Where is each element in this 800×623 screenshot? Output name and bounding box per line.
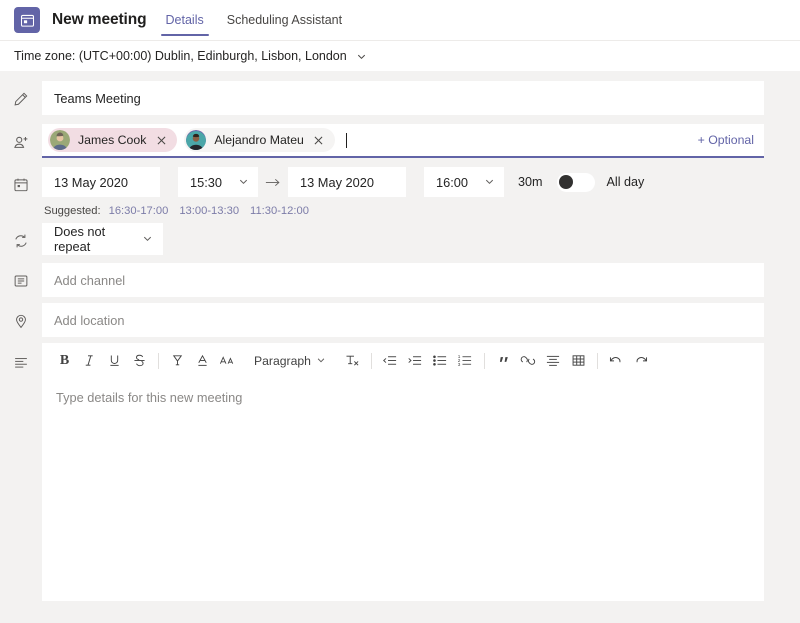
all-day-toggle[interactable] — [557, 173, 595, 192]
toolbar-separator — [371, 353, 372, 369]
title-row: Teams Meeting — [0, 81, 800, 115]
link-icon[interactable] — [516, 348, 541, 374]
tab-details[interactable]: Details — [161, 0, 209, 40]
suggested-times: Suggested: 16:30-17:00 13:00-13:30 11:30… — [42, 197, 764, 217]
repeat-field-area: Does not repeat — [42, 223, 800, 255]
schedule-row: 13 May 2020 15:30 13 May 2 — [0, 167, 800, 217]
undo-icon[interactable] — [604, 348, 629, 374]
location-pin-icon — [0, 303, 42, 329]
suggested-time-option[interactable]: 16:30-17:00 — [109, 205, 169, 217]
tab-list: Details Scheduling Assistant — [161, 0, 348, 40]
attendees-field-area: James Cook — [42, 124, 800, 158]
paragraph-label: Paragraph — [254, 354, 311, 368]
window-header: New meeting Details Scheduling Assistant — [0, 0, 800, 40]
underline-button[interactable] — [102, 348, 127, 374]
chevron-down-icon — [316, 354, 326, 368]
datetime-controls: 13 May 2020 15:30 13 May 2 — [42, 167, 764, 197]
location-input[interactable]: Add location — [42, 303, 764, 337]
end-date-input[interactable]: 13 May 2020 — [288, 167, 406, 197]
chevron-down-icon[interactable] — [356, 51, 367, 62]
increase-indent-icon[interactable] — [403, 348, 428, 374]
start-date-input[interactable]: 13 May 2020 — [42, 167, 160, 197]
details-lines-icon — [0, 343, 42, 371]
strikethrough-button[interactable] — [127, 348, 152, 374]
channel-row: Add channel — [0, 263, 800, 297]
align-icon[interactable] — [541, 348, 566, 374]
end-time-select[interactable]: 16:00 — [424, 167, 504, 197]
paragraph-style-select[interactable]: Paragraph — [248, 348, 332, 374]
arrow-right-icon — [258, 177, 288, 188]
title-input[interactable]: Teams Meeting — [42, 81, 764, 115]
page-title: New meeting — [52, 11, 147, 29]
attendees-row: James Cook — [0, 124, 800, 158]
title-field-area: Teams Meeting — [42, 81, 800, 115]
channel-icon — [0, 263, 42, 289]
calendar-icon — [0, 167, 42, 193]
bold-button[interactable]: B — [52, 348, 77, 374]
highlighter-icon[interactable] — [165, 348, 190, 374]
chevron-down-icon — [484, 175, 495, 190]
repeat-select[interactable]: Does not repeat — [42, 223, 163, 255]
italic-button[interactable] — [77, 348, 102, 374]
avatar — [186, 130, 206, 150]
attendee-chip[interactable]: Alejandro Mateu — [184, 128, 335, 152]
attendees-input[interactable]: James Cook — [42, 124, 764, 158]
toggle-knob — [559, 175, 573, 189]
calendar-meeting-icon — [14, 7, 40, 33]
end-time-value: 16:00 — [436, 175, 468, 190]
details-editor: B — [42, 343, 764, 601]
redo-icon[interactable] — [629, 348, 654, 374]
attendee-name: Alejandro Mateu — [214, 133, 304, 147]
add-person-icon — [0, 124, 42, 151]
repeat-value: Does not repeat — [54, 224, 142, 254]
channel-input[interactable]: Add channel — [42, 263, 764, 297]
details-text-area[interactable]: Type details for this new meeting — [42, 378, 764, 593]
location-field-area: Add location — [42, 303, 800, 337]
details-row: B — [0, 343, 800, 601]
suggested-time-option[interactable]: 13:00-13:30 — [179, 205, 239, 217]
editor-toolbar: B — [42, 343, 764, 378]
close-icon[interactable] — [311, 132, 327, 148]
attendee-name: James Cook — [78, 133, 146, 147]
meeting-form: Teams Meeting — [0, 71, 800, 601]
pencil-icon — [0, 81, 42, 107]
text-caret — [346, 133, 347, 148]
bulleted-list-icon[interactable] — [428, 348, 453, 374]
add-optional-button[interactable]: + Optional — [698, 133, 754, 147]
close-icon[interactable] — [153, 132, 169, 148]
all-day-label: All day — [607, 175, 645, 189]
table-icon[interactable] — [566, 348, 591, 374]
chevron-down-icon — [142, 232, 153, 247]
repeat-icon — [0, 223, 42, 249]
chevron-down-icon — [238, 175, 249, 190]
font-color-icon[interactable] — [190, 348, 215, 374]
start-time-select[interactable]: 15:30 — [178, 167, 258, 197]
schedule-field-area: 13 May 2020 15:30 13 May 2 — [42, 167, 800, 217]
attendee-chip[interactable]: James Cook — [48, 128, 177, 152]
decrease-indent-icon[interactable] — [378, 348, 403, 374]
clear-formatting-icon[interactable] — [340, 348, 365, 374]
duration-label: 30m — [518, 175, 543, 189]
details-field-area: B — [42, 343, 800, 601]
timezone-label: Time zone: (UTC+00:00) Dublin, Edinburgh… — [14, 49, 347, 63]
toolbar-separator — [484, 353, 485, 369]
toolbar-separator — [158, 353, 159, 369]
timezone-bar[interactable]: Time zone: (UTC+00:00) Dublin, Edinburgh… — [0, 40, 800, 71]
repeat-row: Does not repeat — [0, 223, 800, 257]
avatar — [50, 130, 70, 150]
svg-text:3: 3 — [458, 362, 461, 367]
location-row: Add location — [0, 303, 800, 337]
numbered-list-icon[interactable]: 1 2 3 — [453, 348, 478, 374]
suggested-time-option[interactable]: 11:30-12:00 — [250, 205, 309, 217]
quote-icon[interactable] — [491, 348, 516, 374]
tab-scheduling-assistant[interactable]: Scheduling Assistant — [222, 0, 347, 40]
start-time-value: 15:30 — [190, 175, 222, 190]
channel-field-area: Add channel — [42, 263, 800, 297]
font-size-icon[interactable] — [215, 348, 240, 374]
suggested-label: Suggested: — [44, 205, 101, 217]
toolbar-separator — [597, 353, 598, 369]
